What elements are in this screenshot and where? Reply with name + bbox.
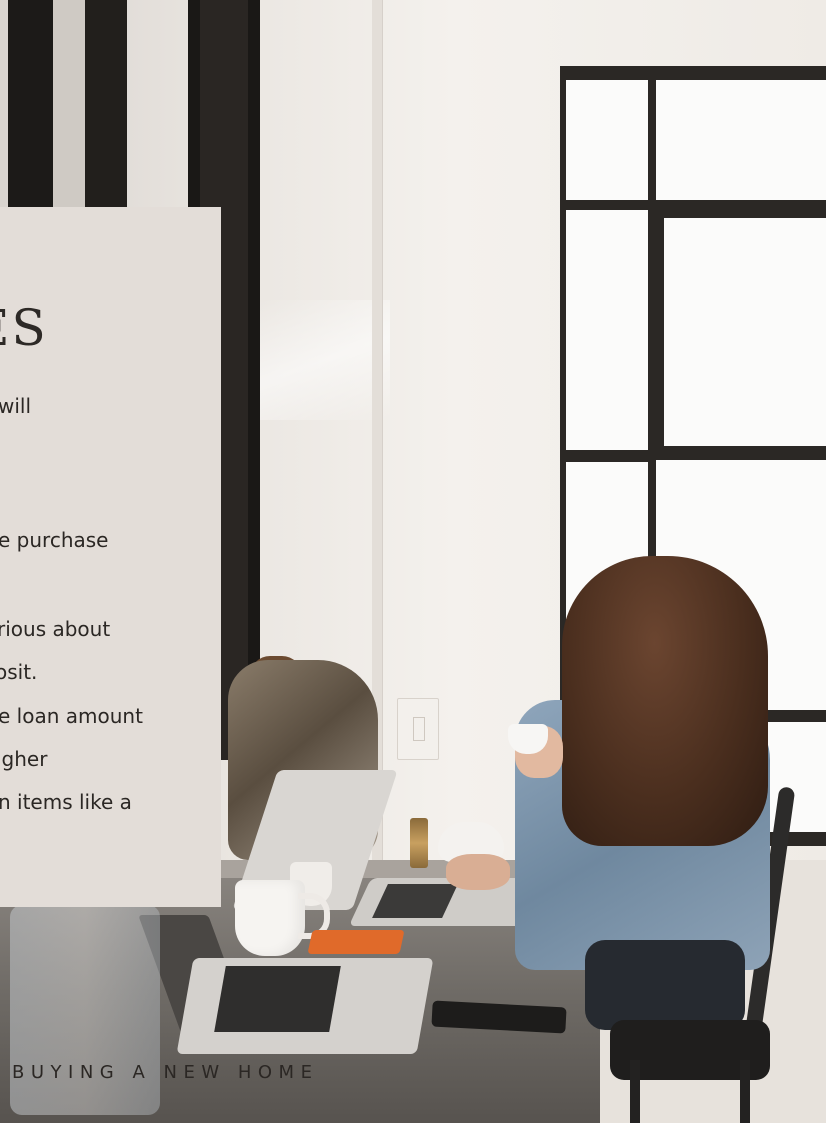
woman-hand (446, 854, 510, 890)
water-glass (10, 905, 160, 1115)
hourglass (410, 818, 428, 868)
card-text-line: osit. (0, 660, 38, 684)
window-glass (53, 0, 85, 210)
window-pane (656, 80, 826, 200)
card-text-line: e purchase (0, 528, 109, 552)
external-drive (307, 930, 405, 954)
woman-hair (562, 556, 768, 846)
card-text-line: will (0, 394, 32, 418)
card-text-line: e loan amount (0, 704, 143, 728)
card-heading: ES (0, 299, 48, 357)
footer-caption: BUYING A NEW HOME (12, 1062, 319, 1083)
laptop-keyboard (214, 966, 341, 1032)
window-pane (664, 218, 826, 446)
card-text-line: n items like a (0, 790, 132, 814)
window-frame (85, 0, 127, 210)
card-text-line: rious about (0, 617, 111, 641)
chair-leg (740, 1060, 750, 1123)
light-streak (260, 300, 390, 420)
cup (235, 880, 305, 956)
light-switch (397, 698, 439, 760)
window-pane (566, 80, 648, 200)
woman-jeans (585, 940, 745, 1030)
card-text-line: igher (0, 747, 48, 771)
window-pane (566, 210, 648, 450)
chair-leg (630, 1060, 640, 1123)
window-frame (8, 0, 53, 210)
